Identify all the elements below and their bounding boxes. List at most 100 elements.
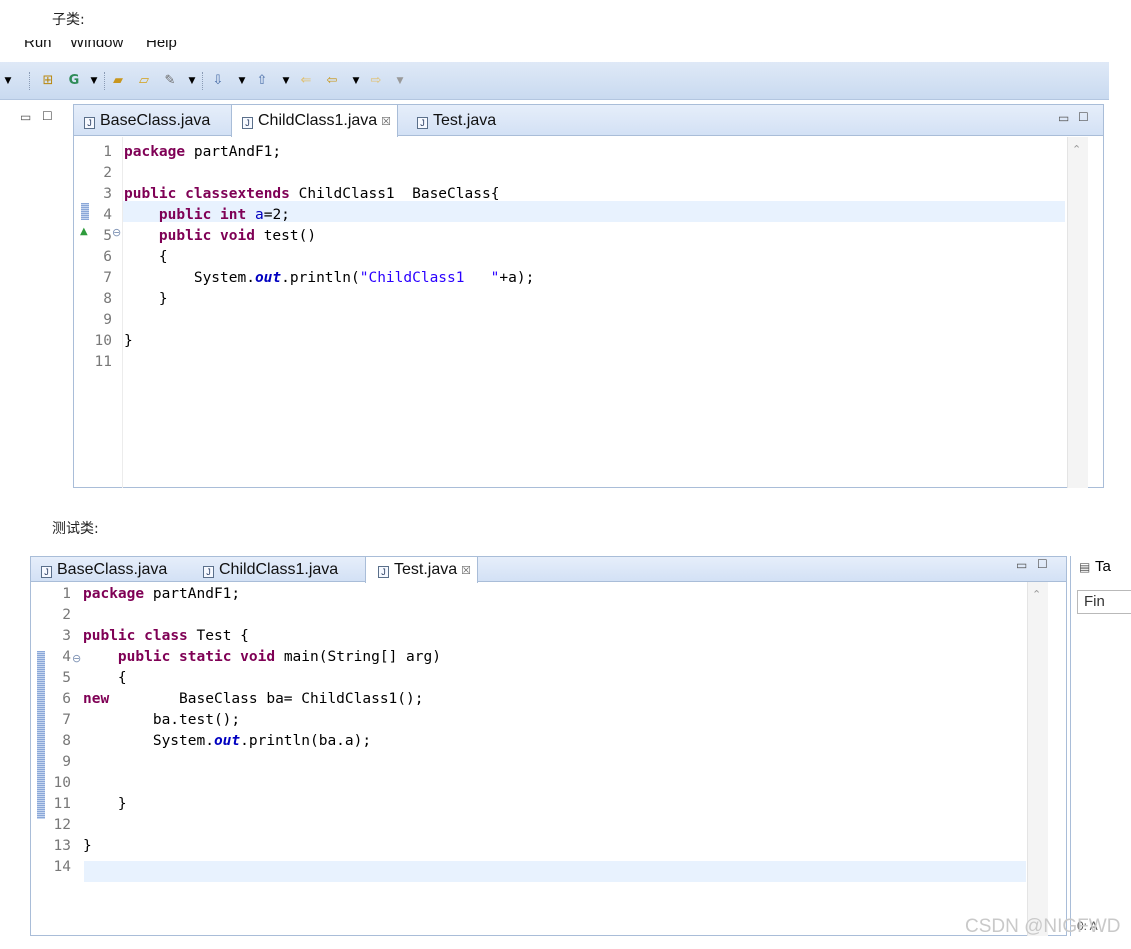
- next-annotation-icon[interactable]: ⇩: [210, 73, 226, 89]
- minimize-view-icon[interactable]: ▭: [20, 110, 31, 124]
- dropdown-arrow-icon[interactable]: ▼: [184, 73, 200, 89]
- code-line[interactable]: ba.test();: [83, 712, 240, 728]
- code-token: {: [83, 670, 127, 686]
- keyword-token: public: [117, 649, 171, 665]
- scroll-up-icon[interactable]: ⌃: [1072, 143, 1081, 156]
- code-line[interactable]: public void test(): [124, 228, 316, 244]
- code-token: }: [83, 796, 127, 812]
- menu-window[interactable]: Window: [70, 40, 123, 51]
- caption-test-class: 测试类:: [52, 521, 99, 537]
- string-token: "ChildClass1 ": [359, 270, 500, 286]
- line-number: 11: [94, 354, 112, 370]
- code-token: }: [124, 291, 168, 307]
- tab-childclass1[interactable]: J ChildClass1.java ☒: [231, 105, 399, 137]
- line-number: 9: [62, 754, 71, 770]
- new-class-icon[interactable]: G: [66, 73, 82, 89]
- line-number: 9: [103, 312, 112, 328]
- code-line[interactable]: }: [124, 291, 168, 307]
- fold-icon[interactable]: ⊖: [112, 226, 121, 239]
- eclipse-window-child: Run Window Help ▼ ⊞ G ▼ ▰ ▱ ✎ ▼ ⇩ ▼ ⇧ ▼ …: [0, 40, 1109, 488]
- code-line[interactable]: System.out.println("ChildClass1 "+a);: [124, 270, 535, 286]
- code-line[interactable]: public class Test {: [83, 628, 249, 644]
- line-number: 8: [62, 733, 71, 749]
- tab-label: ChildClass1.java: [258, 112, 378, 129]
- keyword-token: static: [179, 649, 232, 665]
- vertical-scrollbar[interactable]: ⌃: [1027, 582, 1048, 936]
- code-token: partAndF1;: [185, 144, 282, 160]
- field-token: out: [254, 270, 282, 286]
- code-line[interactable]: package partAndF1;: [124, 144, 281, 160]
- code-line[interactable]: public classextends ChildClass1 BaseClas…: [124, 186, 499, 202]
- code-token: test(): [254, 228, 317, 244]
- maximize-editor-icon[interactable]: ☐: [1037, 557, 1048, 571]
- maximize-view-icon[interactable]: ☐: [42, 109, 53, 123]
- line-number: 4: [103, 207, 112, 223]
- line-number: 7: [62, 712, 71, 728]
- pen-icon[interactable]: ✎: [162, 73, 178, 89]
- vertical-scrollbar[interactable]: ⌃: [1067, 137, 1088, 488]
- menu-run[interactable]: Run: [24, 40, 52, 51]
- code-line[interactable]: package partAndF1;: [83, 586, 240, 602]
- line-number: 2: [103, 165, 112, 181]
- code-line[interactable]: System.out.println(ba.a);: [83, 733, 371, 749]
- toolbar: ▼ ⊞ G ▼ ▰ ▱ ✎ ▼ ⇩ ▼ ⇧ ▼ ⇐ ⇦ ▼ ⇨ ▼: [0, 62, 1109, 100]
- maximize-editor-icon[interactable]: ☐: [1078, 110, 1089, 124]
- open-folder-icon[interactable]: ▱: [136, 73, 152, 89]
- find-input[interactable]: Fin: [1077, 590, 1131, 614]
- tab-test[interactable]: J Test.java: [417, 105, 496, 136]
- dropdown-arrow-icon[interactable]: ▼: [348, 73, 364, 89]
- dropdown-arrow-icon[interactable]: ▼: [0, 73, 16, 89]
- tab-baseclass[interactable]: J BaseClass.java: [41, 557, 167, 582]
- close-icon[interactable]: ☒: [381, 116, 391, 128]
- minimize-editor-icon[interactable]: ▭: [1058, 111, 1069, 125]
- code-line[interactable]: public int a=2;: [124, 207, 290, 223]
- dropdown-arrow-icon[interactable]: ▼: [86, 73, 102, 89]
- code-line[interactable]: new BaseClass ba= ChildClass1();: [83, 691, 423, 707]
- forward-icon[interactable]: ⇨: [368, 73, 384, 89]
- code-line[interactable]: }: [83, 838, 92, 854]
- code-line[interactable]: public static void main(String[] arg): [83, 649, 441, 665]
- toolbar-separator: [202, 72, 203, 90]
- scroll-up-icon[interactable]: ⌃: [1032, 588, 1041, 601]
- tab-test[interactable]: J Test.java ☒: [365, 557, 479, 583]
- tab-baseclass[interactable]: J BaseClass.java: [84, 105, 210, 136]
- code-line[interactable]: {: [83, 670, 127, 686]
- line-number: 5: [103, 228, 112, 244]
- dropdown-arrow-icon[interactable]: ▼: [392, 73, 408, 89]
- back-icon[interactable]: ⇦: [324, 73, 340, 89]
- open-type-icon[interactable]: ▰: [110, 73, 126, 89]
- keyword-token: class: [144, 628, 188, 644]
- tab-childclass1[interactable]: J ChildClass1.java: [203, 557, 338, 582]
- minimize-editor-icon[interactable]: ▭: [1016, 558, 1027, 572]
- keyword-token: public: [83, 628, 136, 644]
- keyword-token: new: [83, 691, 110, 707]
- line-number: 6: [62, 691, 71, 707]
- code-line[interactable]: {: [124, 249, 168, 265]
- line-number: 5: [62, 670, 71, 686]
- watermark: CSDN @NIGFWD: [965, 916, 1121, 937]
- tab-label: Test.java: [394, 561, 458, 578]
- prev-annotation-icon[interactable]: ⇧: [254, 73, 270, 89]
- fold-icon[interactable]: ⊖: [72, 652, 81, 665]
- close-icon[interactable]: ☒: [461, 565, 471, 577]
- code-token: .println(ba.a);: [240, 733, 372, 749]
- task-list-icon: ▤: [1079, 560, 1091, 574]
- line-number: 13: [53, 838, 71, 854]
- code-line[interactable]: }: [83, 796, 127, 812]
- task-list-tab-label[interactable]: Ta: [1095, 558, 1111, 575]
- menu-help[interactable]: Help: [146, 40, 177, 51]
- line-number: 10: [53, 775, 71, 791]
- dropdown-arrow-icon[interactable]: ▼: [278, 73, 294, 89]
- dropdown-arrow-icon[interactable]: ▼: [234, 73, 250, 89]
- code-line[interactable]: }: [124, 333, 133, 349]
- new-package-icon[interactable]: ⊞: [40, 73, 56, 89]
- last-edit-icon[interactable]: ⇐: [298, 73, 314, 89]
- keyword-token: class: [185, 186, 229, 202]
- java-file-icon: J: [84, 117, 95, 129]
- line-number: 4: [62, 649, 71, 665]
